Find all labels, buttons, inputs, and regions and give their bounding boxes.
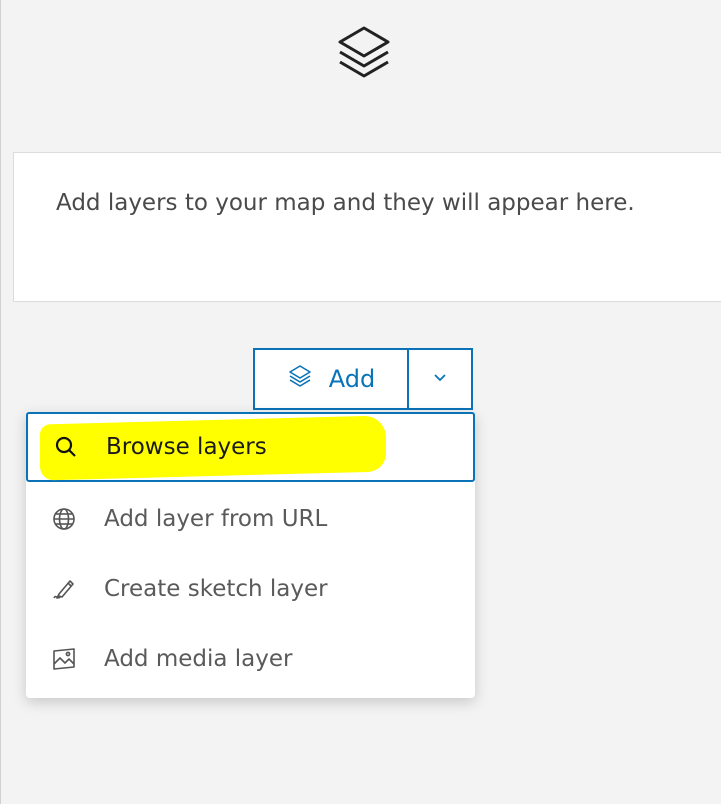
layers-icon <box>287 363 313 395</box>
menu-item-label: Add layer from URL <box>104 506 328 532</box>
menu-item-browse-layers[interactable]: Browse layers <box>26 412 475 482</box>
empty-state-message: Add layers to your map and they will app… <box>56 190 635 216</box>
menu-item-label: Create sketch layer <box>104 576 328 602</box>
menu-item-add-media-layer[interactable]: Add media layer <box>26 624 475 694</box>
menu-item-create-sketch-layer[interactable]: Create sketch layer <box>26 554 475 624</box>
empty-state-box: Add layers to your map and they will app… <box>13 152 721 302</box>
add-dropdown-button[interactable] <box>409 348 473 410</box>
layers-icon <box>332 22 396 86</box>
add-button-label: Add <box>328 365 376 393</box>
pencil-icon <box>50 575 78 603</box>
chevron-down-icon <box>432 369 448 389</box>
search-icon <box>52 433 80 461</box>
menu-item-label: Browse layers <box>106 434 267 460</box>
globe-icon <box>50 505 78 533</box>
image-icon <box>50 645 78 673</box>
menu-item-label: Add media layer <box>104 646 293 672</box>
add-layer-menu: Browse layers Add layer from URL Create … <box>26 412 475 698</box>
add-button-group: Add <box>253 348 473 410</box>
layers-panel: Add layers to your map and they will app… <box>0 0 721 804</box>
add-button[interactable]: Add <box>253 348 409 410</box>
menu-item-add-layer-from-url[interactable]: Add layer from URL <box>26 484 475 554</box>
